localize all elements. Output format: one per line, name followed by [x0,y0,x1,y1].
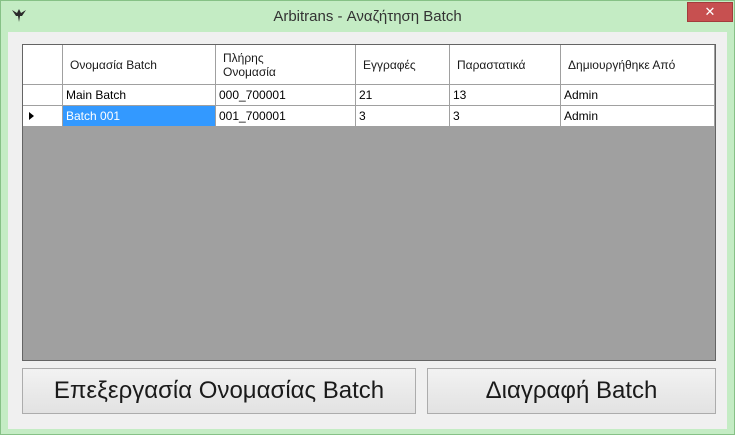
cell-records[interactable]: 21 [356,85,450,106]
window-client-area: Ονομασία Batch Πλήρης Ονομασία Εγγραφές Π… [8,32,727,429]
table-row[interactable]: Batch 001 001_700001 3 3 Admin [23,106,715,127]
table-row[interactable]: Main Batch 000_700001 21 13 Admin [23,85,715,106]
column-header-full-name[interactable]: Πλήρης Ονομασία [216,45,356,85]
column-header-batch-name[interactable]: Ονομασία Batch [63,45,216,85]
app-window: Arbitrans - Αναζήτηση Batch ✕ Ονομασία B… [0,0,735,435]
cell-created-by[interactable]: Admin [561,106,715,127]
close-icon: ✕ [704,4,716,19]
cell-full-name[interactable]: 001_700001 [216,106,356,127]
column-header-full-name-label: Πλήρης Ονομασία [223,50,276,79]
edit-batch-name-button[interactable]: Επεξεργασία Ονομασίας Batch [22,368,416,414]
current-row-arrow-icon [29,112,34,120]
title-bar[interactable]: Arbitrans - Αναζήτηση Batch ✕ [1,1,734,33]
row-header[interactable] [23,106,63,127]
cell-documents[interactable]: 13 [450,85,561,106]
window-title: Arbitrans - Αναζήτηση Batch [273,8,462,25]
cell-created-by[interactable]: Admin [561,85,715,106]
column-header-created-by[interactable]: Δημιουργήθηκε Από [561,45,715,85]
cell-batch-name[interactable]: Main Batch [63,85,216,106]
cell-documents[interactable]: 3 [450,106,561,127]
cell-batch-name[interactable]: Batch 001 [63,106,216,127]
close-button[interactable]: ✕ [687,2,733,22]
batch-grid[interactable]: Ονομασία Batch Πλήρης Ονομασία Εγγραφές Π… [22,44,716,361]
column-header-records[interactable]: Εγγραφές [356,45,450,85]
grid-header: Ονομασία Batch Πλήρης Ονομασία Εγγραφές Π… [23,45,715,85]
delete-batch-button[interactable]: Διαγραφή Batch [427,368,716,414]
column-header-documents[interactable]: Παραστατικά [450,45,561,85]
row-header[interactable] [23,85,63,106]
row-header-corner [23,45,63,85]
cell-records[interactable]: 3 [356,106,450,127]
cell-full-name[interactable]: 000_700001 [216,85,356,106]
